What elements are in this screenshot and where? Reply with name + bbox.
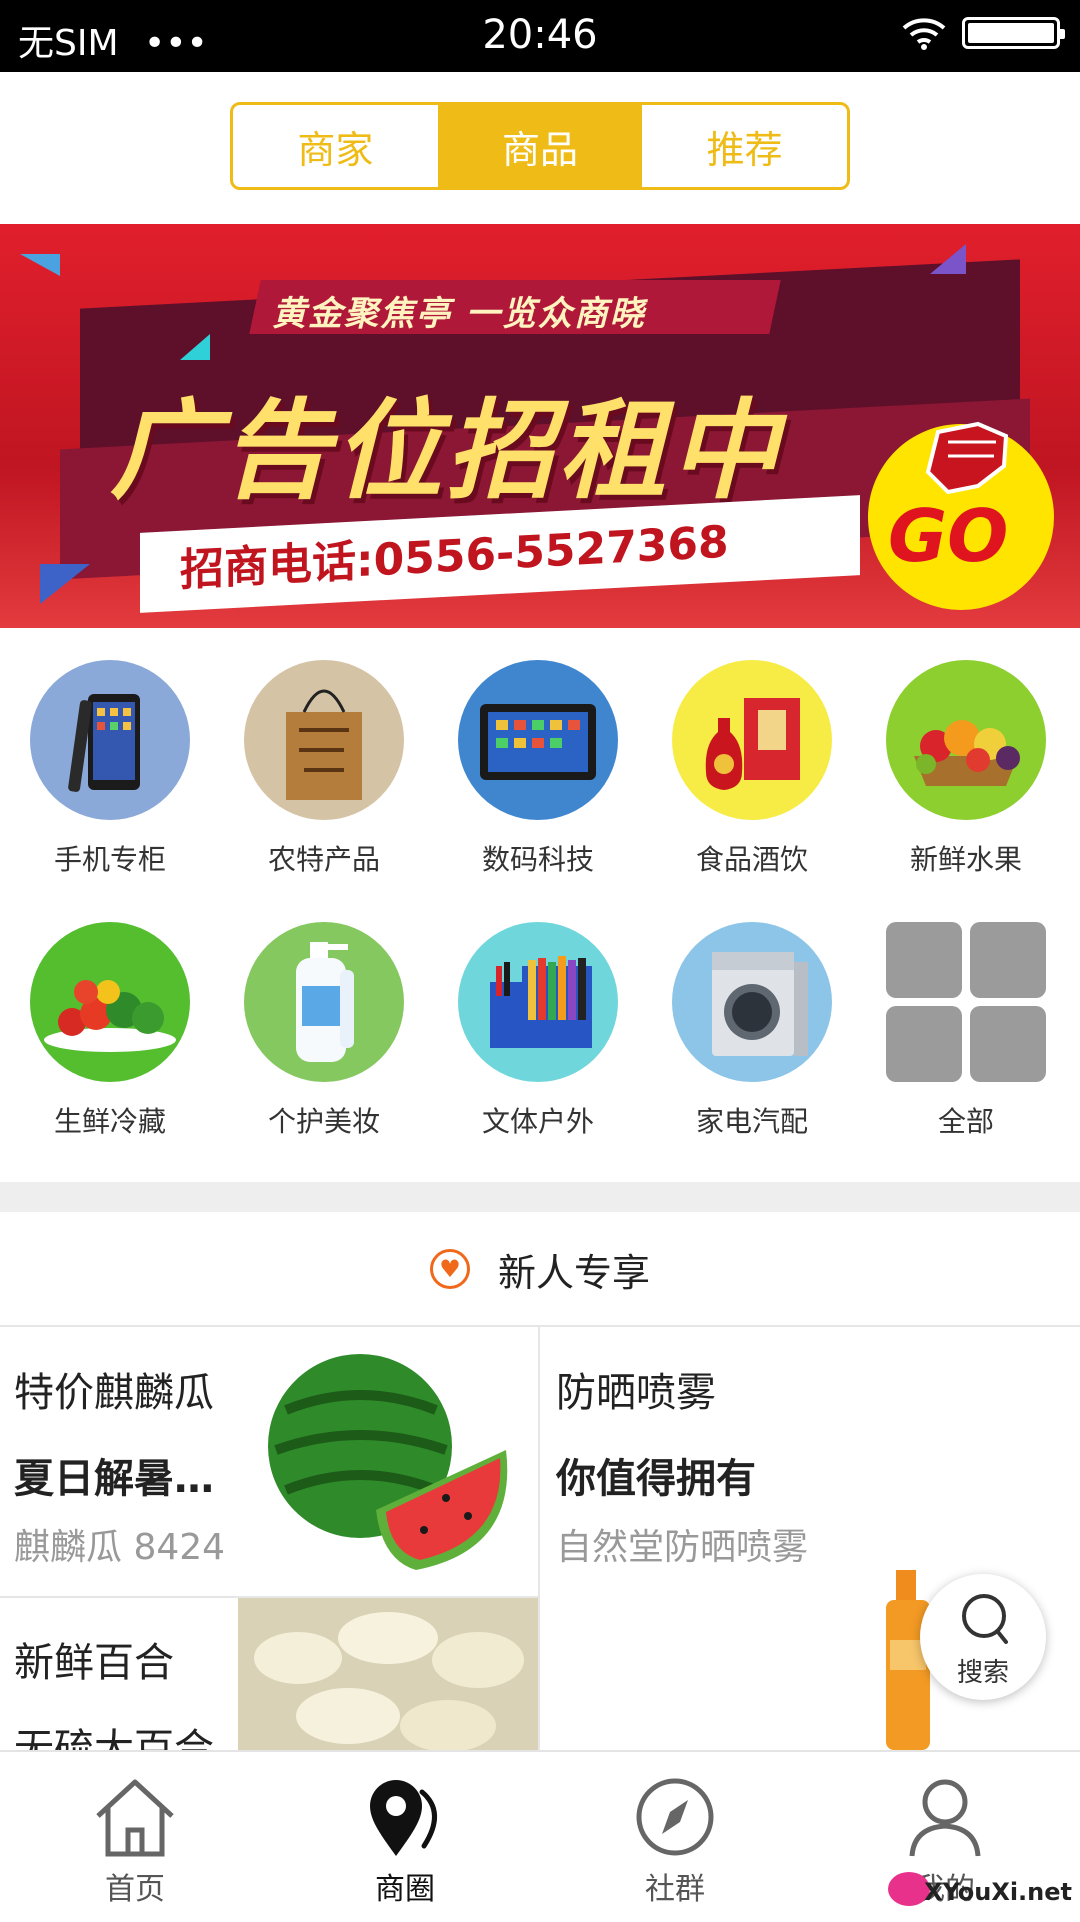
promo-desc: 麒麟瓜 8424 (14, 1527, 226, 1568)
category-label: 新鲜水果 (909, 843, 1022, 876)
mobile-phone-icon (30, 660, 190, 820)
nav-label: 社群 (645, 1872, 705, 1907)
promo-title: 特价麒麟瓜 (14, 1370, 214, 1416)
divider (538, 1326, 540, 1750)
tab-recommend[interactable]: 推荐 (642, 105, 847, 187)
category-label: 个护美妆 (267, 1105, 380, 1138)
category-local-specialty[interactable]: 农特产品 (244, 660, 404, 878)
battery-icon (962, 17, 1065, 49)
watermelon-image (268, 1354, 508, 1570)
decor-triangle (20, 254, 60, 276)
nav-label: 首页 (105, 1872, 165, 1907)
category-appliances-auto[interactable]: 家电汽配 (672, 922, 832, 1140)
category-label: 生鲜冷藏 (53, 1105, 166, 1138)
status-icons (902, 16, 1065, 50)
category-sports-outdoor[interactable]: 文体户外 (458, 922, 618, 1140)
category-mobile[interactable]: 手机专柜 (30, 660, 190, 878)
home-icon (96, 1779, 174, 1857)
compass-icon (636, 1778, 714, 1856)
promo-subtitle: 夏日解暑… (14, 1456, 214, 1502)
nav-label: 商圈 (375, 1872, 435, 1907)
category-label: 数码科技 (481, 843, 594, 876)
category-label: 文体户外 (481, 1105, 594, 1138)
new-user-header: ♥ 新人专享 (0, 1212, 1080, 1326)
map-pin-icon (370, 1780, 437, 1856)
category-fresh-chilled[interactable]: 生鲜冷藏 (30, 922, 190, 1140)
promo-title: 新鲜百合 (14, 1640, 174, 1686)
grid-all-icon (886, 922, 1046, 1082)
stationery-icon (458, 922, 618, 1082)
promo-desc: 自然堂防晒喷雾 (556, 1527, 809, 1568)
nav-home[interactable]: 首页 (0, 1752, 270, 1922)
category-label: 家电汽配 (695, 1105, 808, 1138)
search-label: 搜索 (956, 1658, 1009, 1688)
category-food-drinks[interactable]: 食品酒饮 (672, 660, 832, 878)
gift-bag-icon (244, 660, 404, 820)
fruit-basket-icon (886, 660, 1046, 820)
nav-business-circle[interactable]: 商圈 (270, 1752, 540, 1922)
category-label: 手机专柜 (53, 843, 166, 876)
category-all[interactable]: 全部 (886, 922, 1046, 1140)
status-bar: 无SIM ••• 20:46 (0, 0, 1080, 72)
fist-icon (925, 421, 1009, 495)
washing-machine-icon (672, 922, 832, 1082)
decor-triangle (930, 244, 966, 274)
heart-icon: ♥ (429, 1249, 470, 1289)
category-label: 农特产品 (267, 843, 380, 876)
promo-subtitle: 无硫大百合 (14, 1726, 214, 1750)
wifi-icon (902, 18, 946, 50)
lotion-bottle-icon (244, 922, 404, 1082)
tab-merchants[interactable]: 商家 (233, 105, 438, 187)
nav-community[interactable]: 社群 (540, 1752, 810, 1922)
tablet-icon (458, 660, 618, 820)
category-fresh-fruit[interactable]: 新鲜水果 (886, 660, 1046, 878)
go-text: GO (888, 494, 1009, 578)
decor-triangle (180, 334, 210, 360)
watermark: XYouXi.net (924, 1878, 1072, 1906)
banner-tagline: 黄金聚焦亭 一览众商晓 (272, 294, 646, 334)
lily-bulb-image (238, 1598, 538, 1750)
search-icon (962, 1594, 1008, 1644)
category-label: 食品酒饮 (695, 843, 808, 876)
ad-banner[interactable]: 黄金聚焦亭 一览众商晓 广告位招租中 招商电话:0556-5527368 GO (0, 224, 1080, 628)
floating-search-button[interactable]: 搜索 (920, 1574, 1046, 1700)
category-digital[interactable]: 数码科技 (458, 660, 618, 878)
liquor-bottle-icon (672, 660, 832, 820)
promo-subtitle: 你值得拥有 (556, 1456, 756, 1502)
decor-triangle (40, 564, 90, 604)
section-divider (0, 1182, 1080, 1212)
user-icon (909, 1779, 981, 1857)
banner-headline: 广告位招租中 (110, 389, 783, 514)
category-personal-care[interactable]: 个护美妆 (244, 922, 404, 1140)
promo-title: 防晒喷雾 (556, 1370, 716, 1416)
tab-products[interactable]: 商品 (437, 105, 643, 187)
vegetables-icon (30, 922, 190, 1082)
divider (0, 1325, 1080, 1327)
section-title: 新人专享 (497, 1250, 650, 1295)
segment-tabs: 商家 商品 推荐 (230, 102, 850, 190)
category-label: 全部 (937, 1105, 994, 1138)
